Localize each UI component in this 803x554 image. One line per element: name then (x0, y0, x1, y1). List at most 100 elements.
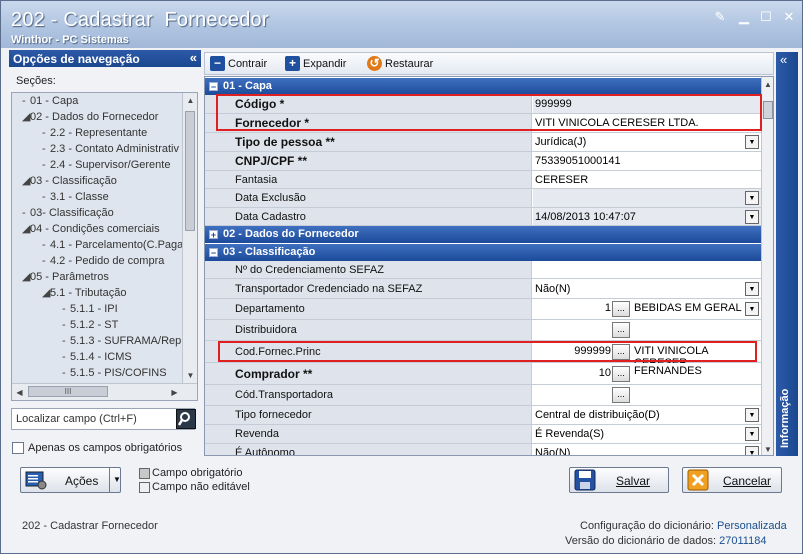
distribuidora-field[interactable]: ... (533, 320, 761, 340)
collapse-nav-icon[interactable]: « (190, 50, 197, 65)
comprador-lookup-button[interactable]: ... (612, 365, 630, 382)
cod-transportadora-label: Cód.Transportadora (219, 385, 532, 405)
tree-item[interactable]: -03- Classificação (22, 205, 114, 221)
collapse-section-icon: − (209, 248, 218, 258)
maximize-icon[interactable]: ☐ (759, 10, 773, 24)
fantasia-input[interactable]: CERESER (533, 171, 761, 188)
section-dados-fornecedor[interactable]: +02 - Dados do Fornecedor (205, 226, 761, 243)
tree-item[interactable]: -01 - Capa (22, 93, 78, 109)
comprador-name: FERNANDES (634, 365, 702, 377)
required-legend-label: Campo obrigatório (152, 467, 243, 479)
cod-transportadora-field[interactable]: ... (533, 385, 761, 405)
cancel-icon (687, 469, 709, 491)
departamento-field[interactable]: 1 ... BEBIDAS EM GERAL ▼ (533, 299, 761, 319)
plus-icon: + (285, 56, 300, 71)
expand-info-icon[interactable]: « (780, 52, 787, 67)
fantasia-label: Fantasia (219, 171, 532, 188)
revenda-select[interactable]: É Revenda(S) ▼ (533, 425, 761, 443)
sefaz-input[interactable] (533, 261, 761, 278)
departamento-lookup-button[interactable]: ... (612, 301, 630, 317)
actions-button[interactable]: Ações ▼ (20, 467, 121, 493)
tree-item[interactable]: -5.1.5 - PIS/COFINS (62, 365, 167, 381)
row-data-exclusao: Data Exclusão ▼ (205, 189, 761, 208)
info-panel[interactable]: « Informação (776, 52, 798, 456)
scroll-left-icon[interactable]: ◀ (12, 385, 27, 400)
cnpj-label: CNPJ/CPF ** (219, 152, 532, 170)
row-revenda: Revenda É Revenda(S) ▼ (205, 425, 761, 444)
scroll-down-icon[interactable]: ▼ (762, 442, 773, 455)
restore-icon: ↺ (367, 56, 382, 71)
tipo-pessoa-select[interactable]: Jurídica(J) ▼ (533, 133, 761, 151)
tree-item[interactable]: -5.1.1 - IPI (62, 301, 118, 317)
distribuidora-lookup-button[interactable]: ... (612, 322, 630, 338)
transp-sefaz-select[interactable]: Não(N) ▼ (533, 279, 761, 298)
row-tipo-fornecedor: Tipo fornecedor Central de distribuição(… (205, 406, 761, 425)
row-comprador: Comprador ** 10 ... FERNANDES (205, 363, 761, 385)
grid-scrollbar[interactable]: ▲ ▼ (761, 77, 773, 455)
comprador-code: 10 (598, 367, 611, 379)
tree-item[interactable]: -5.1.3 - SUFRAMA/Rep (62, 333, 181, 349)
search-button[interactable] (176, 409, 196, 429)
departamento-label: Departamento (219, 299, 532, 319)
chevron-down-icon[interactable]: ▼ (745, 281, 759, 296)
tree-item[interactable]: -4.2 - Pedido de compra (42, 253, 164, 269)
tree-item[interactable]: ◢5.1 - Tributação (42, 285, 126, 301)
chevron-down-icon[interactable]: ▼ (745, 302, 759, 316)
sections-tree[interactable]: -01 - Capa ◢02 - Dados do Fornecedor -2.… (11, 92, 198, 401)
tree-item[interactable]: -2.4 - Supervisor/Gerente (42, 157, 170, 173)
tree-item[interactable]: ◢05 - Parâmetros (22, 269, 109, 285)
chevron-down-icon[interactable]: ▼ (113, 475, 121, 484)
chevron-down-icon[interactable]: ▼ (745, 446, 759, 455)
cancel-button[interactable]: Cancelar (682, 467, 782, 493)
tree-item[interactable]: ◢02 - Dados do Fornecedor (22, 109, 158, 125)
cod-transportadora-lookup-button[interactable]: ... (612, 387, 630, 403)
section-capa[interactable]: −01 - Capa (205, 78, 761, 95)
row-departamento: Departamento 1 ... BEBIDAS EM GERAL ▼ (205, 299, 761, 320)
only-required-checkbox[interactable] (12, 442, 24, 454)
close-icon[interactable]: ✕ (782, 10, 796, 24)
scroll-up-icon[interactable]: ▲ (183, 93, 197, 108)
tree-hscroll-thumb[interactable]: III (28, 386, 108, 397)
chevron-down-icon[interactable]: ▼ (745, 135, 759, 149)
cnpj-input[interactable]: 75339051000141 (533, 152, 761, 170)
minimize-icon[interactable]: ▁ (737, 10, 751, 24)
locate-field-input[interactable]: Localizar campo (Ctrl+F) (11, 408, 195, 430)
row-fantasia: Fantasia CERESER (205, 171, 761, 189)
not-editable-legend-label: Campo não editável (152, 481, 250, 493)
row-cod-transportadora: Cód.Transportadora ... (205, 385, 761, 406)
tree-item[interactable]: -4.1 - Parcelamento(C.Paga (42, 237, 183, 253)
tipo-fornecedor-select[interactable]: Central de distribuição(D) ▼ (533, 406, 761, 424)
save-button[interactable]: Salvar (569, 467, 669, 493)
scroll-down-icon[interactable]: ▼ (183, 368, 197, 383)
edit-window-icon[interactable]: ✎ (713, 10, 727, 24)
scroll-right-icon[interactable]: ▶ (167, 385, 182, 400)
tree-item[interactable]: ◢04 - Condições comerciais (22, 221, 160, 237)
expand-button[interactable]: + Expandir (285, 56, 346, 72)
tree-item[interactable]: -2.3 - Contato Administrativ (42, 141, 179, 157)
section-classificacao[interactable]: −03 - Classificação (205, 244, 761, 261)
restore-button[interactable]: ↺ Restaurar (367, 56, 433, 72)
row-distribuidora: Distribuidora ... (205, 320, 761, 341)
scroll-up-icon[interactable]: ▲ (762, 77, 773, 92)
not-editable-legend-swatch (139, 482, 150, 493)
info-panel-label: Informação (779, 388, 791, 448)
tree-item[interactable]: -5.1.4 - ICMS (62, 349, 132, 365)
comprador-field[interactable]: 10 ... FERNANDES (533, 363, 761, 384)
tree-item[interactable]: ◢03 - Classificação (22, 173, 117, 189)
tree-scroll-thumb[interactable] (185, 111, 195, 231)
collapse-button[interactable]: − Contrair (210, 56, 267, 72)
tree-item[interactable]: -3.1 - Classe (42, 189, 109, 205)
required-legend-swatch (139, 468, 150, 479)
tree-horizontal-scrollbar[interactable]: ◀ III ▶ (12, 383, 197, 400)
footer-title: 202 - Cadastrar Fornecedor (22, 520, 158, 532)
grid-scroll-thumb[interactable] (763, 101, 773, 119)
autonomo-select[interactable]: Não(N) ▼ (533, 444, 761, 455)
tree-item[interactable]: -2.2 - Representante (42, 125, 147, 141)
tree-vertical-scrollbar[interactable]: ▲ ▼ (182, 93, 197, 383)
chevron-down-icon: ▼ (745, 209, 759, 224)
row-transp-sefaz: Transportador Credenciado na SEFAZ Não(N… (205, 279, 761, 299)
chevron-down-icon[interactable]: ▼ (745, 427, 759, 441)
tree-item[interactable]: -5.1.2 - ST (62, 317, 118, 333)
chevron-down-icon: ▼ (745, 191, 759, 205)
chevron-down-icon[interactable]: ▼ (745, 408, 759, 422)
